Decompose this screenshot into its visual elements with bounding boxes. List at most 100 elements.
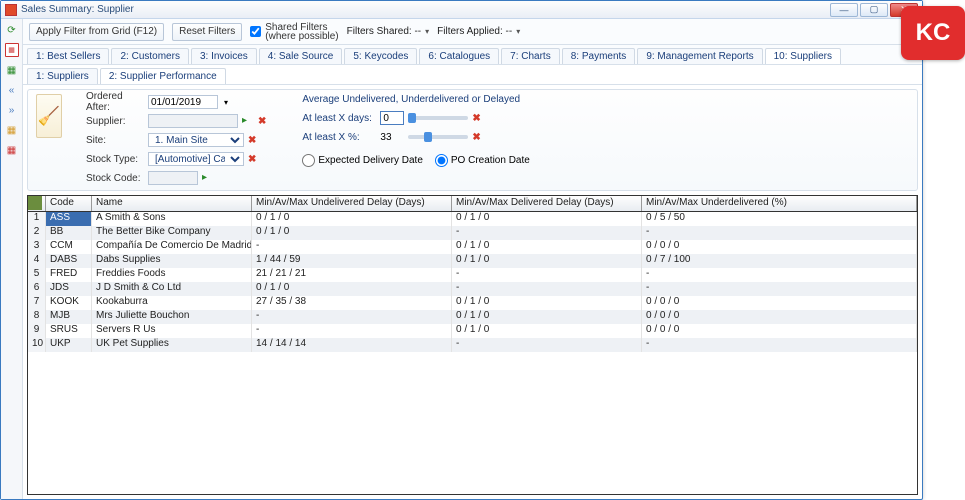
- subtab-0[interactable]: 1: Suppliers: [27, 68, 98, 84]
- x-pct-value: 33: [380, 132, 404, 143]
- tab-3[interactable]: 4: Sale Source: [259, 48, 343, 64]
- minimize-button[interactable]: —: [830, 3, 858, 17]
- cell-undelivered: 1 / 44 / 59: [252, 254, 452, 268]
- cell-code: KOOK: [46, 296, 92, 310]
- table-row[interactable]: 8MJBMrs Juliette Bouchon-0 / 1 / 00 / 0 …: [28, 310, 917, 324]
- supplier-input[interactable]: [148, 114, 238, 128]
- subtab-1[interactable]: 2: Supplier Performance: [100, 68, 226, 84]
- table-row[interactable]: 1ASSA Smith & Sons0 / 1 / 00 / 1 / 00 / …: [28, 212, 917, 226]
- filters-applied-label[interactable]: Filters Applied: --: [437, 26, 520, 37]
- help-icon[interactable]: ▦: [5, 123, 19, 137]
- cell-delivered: 0 / 1 / 0: [452, 240, 642, 254]
- toolbar: Apply Filter from Grid (F12) Reset Filte…: [23, 19, 922, 45]
- filters-shared-label[interactable]: Filters Shared: --: [347, 26, 430, 37]
- collapse-icon[interactable]: »: [5, 103, 19, 117]
- cell-undelivered: 27 / 35 / 38: [252, 296, 452, 310]
- table-row[interactable]: 5FREDFreddies Foods21 / 21 / 21--: [28, 268, 917, 282]
- tab-2[interactable]: 3: Invoices: [191, 48, 257, 64]
- grid-body[interactable]: 1ASSA Smith & Sons0 / 1 / 00 / 1 / 00 / …: [28, 212, 917, 494]
- cell-name: A Smith & Sons: [92, 212, 252, 226]
- cell-code: MJB: [46, 310, 92, 324]
- cell-pct: 0 / 0 / 0: [642, 240, 917, 254]
- refresh-icon[interactable]: ⟳: [5, 23, 19, 37]
- tab-1[interactable]: 2: Customers: [111, 48, 188, 64]
- pdf-icon[interactable]: ▦: [5, 43, 19, 57]
- table-row[interactable]: 3CCMCompañía De Comercio De Madrid-0 / 1…: [28, 240, 917, 254]
- app-icon: [5, 4, 17, 16]
- site-label: Site:: [86, 135, 144, 146]
- expand-icon[interactable]: «: [5, 83, 19, 97]
- col-underdelivered-pct[interactable]: Min/Av/Max Underdelivered (%): [642, 196, 917, 211]
- maximize-button[interactable]: ▢: [860, 3, 888, 17]
- rownum: 5: [28, 268, 46, 282]
- tab-7[interactable]: 8: Payments: [562, 48, 636, 64]
- cell-undelivered: 21 / 21 / 21: [252, 268, 452, 282]
- data-grid: Code Name Min/Av/Max Undelivered Delay (…: [27, 195, 918, 495]
- table-row[interactable]: 6JDSJ D Smith & Co Ltd0 / 1 / 0--: [28, 282, 917, 296]
- x-days-slider[interactable]: [408, 116, 468, 120]
- clear-icon[interactable]: ✖: [248, 135, 256, 146]
- clear-icon[interactable]: ✖: [472, 132, 480, 143]
- close-panel-icon[interactable]: ▦: [5, 143, 19, 157]
- col-code[interactable]: Code: [46, 196, 92, 211]
- cell-name: Servers R Us: [92, 324, 252, 338]
- cell-undelivered: 0 / 1 / 0: [252, 282, 452, 296]
- cell-undelivered: 14 / 14 / 14: [252, 338, 452, 352]
- cell-name: Freddies Foods: [92, 268, 252, 282]
- lookup-icon[interactable]: ▸: [202, 172, 214, 184]
- clear-icon[interactable]: ✖: [248, 154, 256, 165]
- rownum: 3: [28, 240, 46, 254]
- x-days-input[interactable]: [380, 111, 404, 125]
- cell-undelivered: 0 / 1 / 0: [252, 212, 452, 226]
- rownum: 4: [28, 254, 46, 268]
- cell-delivered: -: [452, 268, 642, 282]
- cell-code: BB: [46, 226, 92, 240]
- clear-icon[interactable]: ✖: [472, 113, 480, 124]
- site-select[interactable]: 1. Main Site: [148, 133, 244, 147]
- cell-pct: 0 / 7 / 100: [642, 254, 917, 268]
- rownum: 8: [28, 310, 46, 324]
- ordered-after-input[interactable]: [148, 95, 218, 109]
- col-delivered[interactable]: Min/Av/Max Delivered Delay (Days): [452, 196, 642, 211]
- apply-filter-button[interactable]: Apply Filter from Grid (F12): [29, 23, 164, 41]
- window-title: Sales Summary: Supplier: [21, 4, 134, 15]
- col-name[interactable]: Name: [92, 196, 252, 211]
- expected-delivery-radio[interactable]: Expected Delivery Date: [302, 154, 423, 167]
- tab-8[interactable]: 9: Management Reports: [637, 48, 762, 64]
- tab-5[interactable]: 6: Catalogues: [419, 48, 499, 64]
- tab-6[interactable]: 7: Charts: [501, 48, 560, 64]
- cell-pct: -: [642, 268, 917, 282]
- x-pct-label: At least X %:: [302, 132, 376, 143]
- x-pct-slider[interactable]: [408, 135, 468, 139]
- cell-pct: -: [642, 226, 917, 240]
- col-undelivered[interactable]: Min/Av/Max Undelivered Delay (Days): [252, 196, 452, 211]
- excel-icon[interactable]: ▦: [5, 63, 19, 77]
- tab-9[interactable]: 10: Suppliers: [765, 48, 841, 64]
- cell-undelivered: -: [252, 324, 452, 338]
- shared-filters-checkbox[interactable]: Shared Filters (where possible): [250, 23, 338, 41]
- rownum: 9: [28, 324, 46, 338]
- stock-code-input[interactable]: [148, 171, 198, 185]
- filter-panel: 🧹 Ordered After:▾ Supplier:▸✖ Site:1. Ma…: [27, 89, 918, 191]
- table-row[interactable]: 9SRUSServers R Us-0 / 1 / 00 / 0 / 0: [28, 324, 917, 338]
- cell-delivered: 0 / 1 / 0: [452, 254, 642, 268]
- clear-icon[interactable]: ✖: [258, 116, 266, 127]
- reset-filters-button[interactable]: Reset Filters: [172, 23, 242, 41]
- rownum: 7: [28, 296, 46, 310]
- stock-type-select[interactable]: [Automotive] Car Care: [148, 152, 244, 166]
- cell-code: CCM: [46, 240, 92, 254]
- cell-code: SRUS: [46, 324, 92, 338]
- table-row[interactable]: 4DABSDabs Supplies1 / 44 / 590 / 1 / 00 …: [28, 254, 917, 268]
- cell-pct: 0 / 0 / 0: [642, 324, 917, 338]
- left-toolbar: ⟳ ▦ ▦ « » ▦ ▦: [1, 19, 23, 499]
- cell-delivered: 0 / 1 / 0: [452, 310, 642, 324]
- lookup-icon[interactable]: ▸: [242, 115, 254, 127]
- po-creation-radio[interactable]: PO Creation Date: [435, 154, 530, 167]
- table-row[interactable]: 2BBThe Better Bike Company0 / 1 / 0--: [28, 226, 917, 240]
- table-row[interactable]: 10UKPUK Pet Supplies14 / 14 / 14--: [28, 338, 917, 352]
- table-row[interactable]: 7KOOKKookaburra27 / 35 / 380 / 1 / 00 / …: [28, 296, 917, 310]
- tab-4[interactable]: 5: Keycodes: [344, 48, 417, 64]
- filter-panel-icon: 🧹: [36, 94, 62, 138]
- cell-delivered: -: [452, 338, 642, 352]
- tab-0[interactable]: 1: Best Sellers: [27, 48, 109, 64]
